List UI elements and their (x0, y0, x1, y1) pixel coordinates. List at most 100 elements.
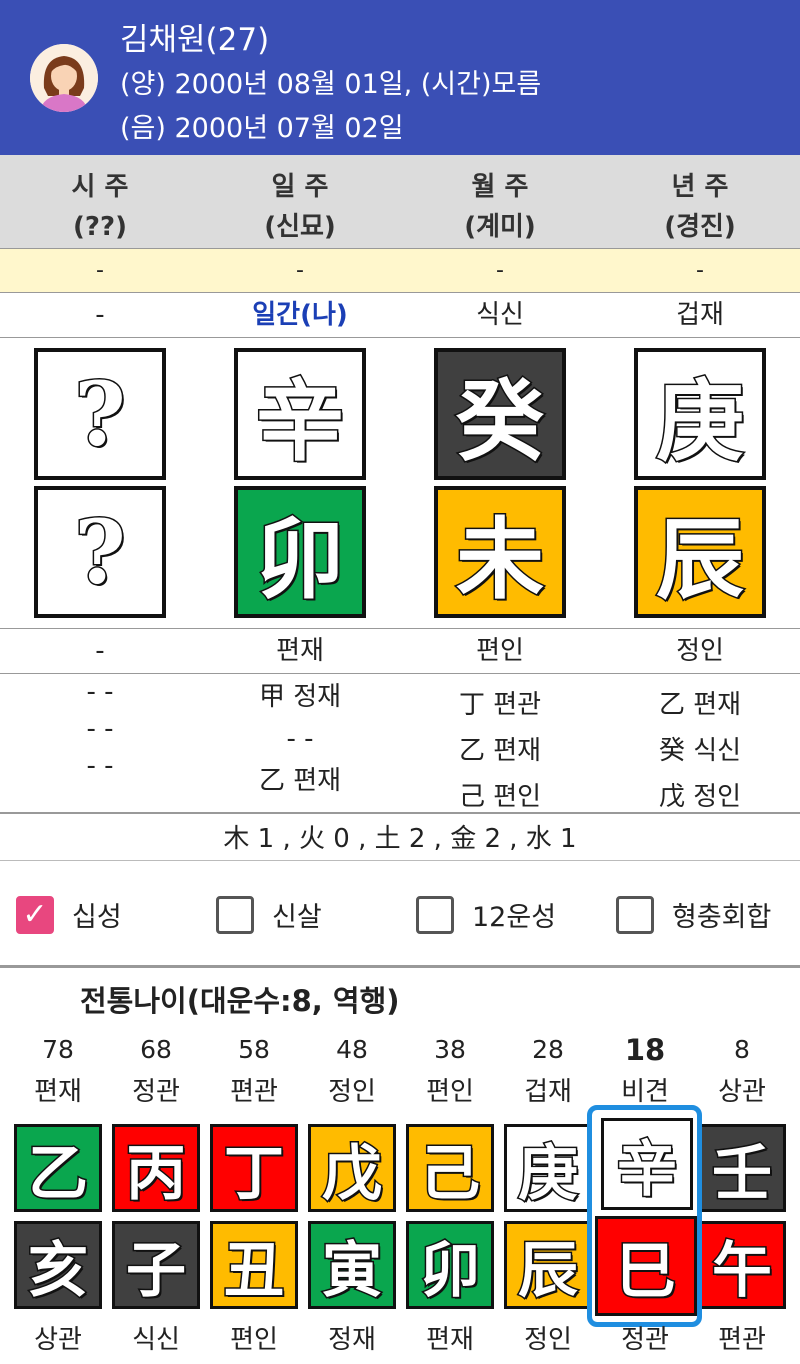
pillar-characters: ? 辛 癸 庚 ? 卯 未 辰 (0, 338, 800, 629)
yellow-cell: - (96, 258, 104, 283)
branch-ten-god: - (95, 636, 105, 666)
pillar-title-hour: 시 주 (??) (71, 172, 129, 242)
daeun-branch-ten-god: 편관 (718, 1325, 766, 1355)
daeun-branch-ten-god: 편재 (426, 1325, 474, 1355)
hidden-stems-area: - - - - - - 甲 정재 - - 乙 편재 丁 편관 乙 편재 己 편인… (0, 674, 800, 814)
daeun-branch[interactable]: 午 (698, 1221, 786, 1309)
pillar-title-month: 월 주 (계미) (464, 172, 536, 242)
daeun-stem-ten-god: 겁재 (524, 1077, 572, 1107)
daeun-stem[interactable]: 庚 (504, 1124, 592, 1212)
yellow-cell: - (296, 258, 304, 283)
hidden-stem: 乙 편재 (658, 690, 742, 720)
daeun-age[interactable]: 78 (9, 1030, 107, 1070)
hidden-stems-hour: - - - - - - (0, 674, 200, 812)
checkbox-label: 12운성 (472, 902, 557, 933)
checkbox-ten-gods[interactable]: ✓ 십성 (16, 895, 122, 934)
checkbox-checked-icon[interactable]: ✓ (16, 895, 54, 934)
daeun-branch-ten-god: 상관 (34, 1325, 82, 1355)
daeun-age-current[interactable]: 18 (596, 1030, 694, 1070)
hidden-stem: 甲 정재 (258, 682, 342, 712)
day-branch[interactable]: 卯 (234, 486, 366, 618)
hour-branch-unknown[interactable]: ? (34, 486, 166, 618)
pillar-title-year: 년 주 (경진) (664, 172, 736, 242)
daeun-age[interactable]: 8 (693, 1030, 791, 1070)
daeun-branch-ten-god: 정인 (524, 1325, 572, 1355)
hidden-stem: 丁 편관 (458, 690, 542, 720)
checkbox-label: 십성 (72, 902, 122, 933)
daeun-stem-ten-god: 상관 (718, 1077, 766, 1107)
daeun-branch[interactable]: 辰 (504, 1221, 592, 1309)
hidden-stems-month: 丁 편관 乙 편재 己 편인 (400, 674, 600, 812)
daeun-branch-current[interactable]: 巳 (595, 1216, 697, 1316)
daeun-age[interactable]: 48 (303, 1030, 401, 1070)
daeun-stem[interactable]: 壬 (698, 1124, 786, 1212)
daeun-branch-ten-god: 정재 (328, 1325, 376, 1355)
stem-ten-god-row: - 일간(나) 식신 겁재 (0, 293, 800, 338)
stem-ten-god: - (95, 300, 105, 330)
hidden-stems-year: 乙 편재 癸 식신 戊 정인 (600, 674, 800, 812)
daeun-stem-ten-god: 정관 (132, 1077, 180, 1107)
display-options: ✓ 십성 신살 12운성 형충회합 (0, 862, 800, 968)
day-stem[interactable]: 辛 (234, 348, 366, 480)
daeun-stem[interactable]: 戊 (308, 1124, 396, 1212)
hidden-stem: - - (86, 677, 114, 707)
checkbox-label: 신살 (272, 902, 322, 933)
checkbox-sinsal[interactable]: 신살 (216, 895, 322, 934)
avatar[interactable] (30, 44, 98, 112)
profile-header: 김채원(27) (양) 2000년 08월 01일, (시간)모름 (음) 20… (0, 0, 800, 155)
branch-ten-god: 편인 (476, 636, 524, 666)
daeun-branch[interactable]: 子 (112, 1221, 200, 1309)
solar-birthdate: (양) 2000년 08월 01일, (시간)모름 (120, 69, 542, 100)
hidden-stem: 乙 편재 (258, 766, 342, 796)
pillar-header-row: 시 주 (??) 일 주 (신묘) 월 주 (계미) 년 주 (경진) (0, 155, 800, 248)
hidden-stem: 戊 정인 (658, 782, 742, 812)
daeun-stem[interactable]: 丙 (112, 1124, 200, 1212)
month-branch[interactable]: 未 (434, 486, 566, 618)
year-branch[interactable]: 辰 (634, 486, 766, 618)
checkbox-12-stages[interactable]: 12운성 (416, 895, 556, 934)
yellow-cell: - (496, 258, 504, 283)
year-stem[interactable]: 庚 (634, 348, 766, 480)
daeun-age[interactable]: 68 (107, 1030, 205, 1070)
hour-stem-unknown[interactable]: ? (34, 348, 166, 480)
pillar-title-day: 일 주 (신묘) (264, 172, 336, 242)
daeun-title: 전통나이(대운수:8, 역행) (80, 984, 400, 1018)
daeun-age[interactable]: 38 (401, 1030, 499, 1070)
stem-ten-god: 식신 (476, 300, 524, 330)
yellow-info-row: - - - - (0, 248, 800, 293)
daeun-stem[interactable]: 乙 (14, 1124, 102, 1212)
checkbox-interactions[interactable]: 형충회합 (616, 895, 771, 934)
daeun-stem-ten-gods: 편재 정관 편관 정인 편인 겁재 비견 상관 (0, 1072, 800, 1114)
daeun-branch[interactable]: 丑 (210, 1221, 298, 1309)
checkbox-unchecked-icon[interactable] (216, 895, 254, 934)
person-name: 김채원(27) (120, 22, 270, 58)
daeun-stem[interactable]: 丁 (210, 1124, 298, 1212)
hidden-stem: 己 편인 (458, 782, 542, 812)
daeun-stem[interactable]: 己 (406, 1124, 494, 1212)
checkbox-unchecked-icon[interactable] (416, 895, 454, 934)
hidden-stem: 癸 식신 (658, 736, 742, 766)
daeun-branch-ten-god: 식신 (132, 1325, 180, 1355)
lunar-birthdate: (음) 2000년 07월 02일 (120, 113, 404, 144)
month-stem[interactable]: 癸 (434, 348, 566, 480)
daeun-branch[interactable]: 寅 (308, 1221, 396, 1309)
day-master-label: 일간(나) (252, 300, 348, 330)
avatar-woman-icon (30, 44, 98, 112)
daeun-stem-ten-god: 편관 (230, 1077, 278, 1107)
hidden-stems-day: 甲 정재 - - 乙 편재 (200, 674, 400, 812)
branch-ten-god: 정인 (676, 636, 724, 666)
checkbox-unchecked-icon[interactable] (616, 895, 654, 934)
daeun-branch[interactable]: 亥 (14, 1221, 102, 1309)
daeun-stem-ten-god: 편인 (426, 1077, 474, 1107)
daeun-branch-ten-gods: 상관 식신 편인 정재 편재 정인 정관 편관 (0, 1318, 800, 1362)
branch-ten-god-row: - 편재 편인 정인 (0, 629, 800, 674)
hidden-stem: - - (86, 714, 114, 744)
daeun-stem-current[interactable]: 辛 (601, 1118, 693, 1210)
daeun-branch[interactable]: 卯 (406, 1221, 494, 1309)
daeun-age[interactable]: 28 (499, 1030, 597, 1070)
hidden-stem: 乙 편재 (458, 736, 542, 766)
daeun-stem-ten-god: 정인 (328, 1077, 376, 1107)
daeun-branch-ten-god: 편인 (230, 1325, 278, 1355)
hidden-stem: - - (286, 724, 314, 754)
daeun-age[interactable]: 58 (205, 1030, 303, 1070)
